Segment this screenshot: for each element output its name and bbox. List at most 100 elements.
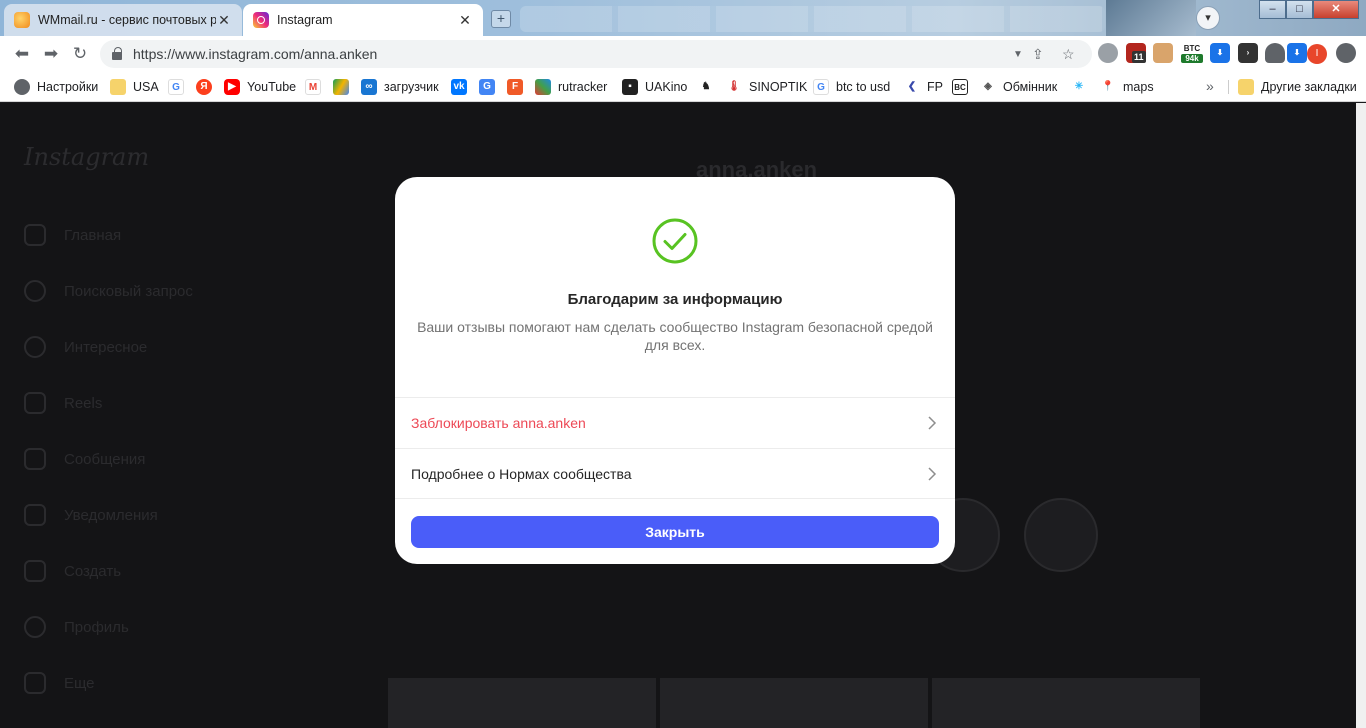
compass-icon <box>24 336 46 358</box>
page-scrollbar[interactable] <box>1356 103 1366 728</box>
close-window-button[interactable]: ✕ <box>1313 0 1359 19</box>
window-controls: – □ ✕ <box>1259 0 1366 20</box>
avatar <box>24 616 46 638</box>
reload-icon[interactable]: ↻ <box>70 44 90 64</box>
bookmark-translate[interactable]: G <box>479 78 502 96</box>
face-extension-icon[interactable] <box>1153 43 1173 63</box>
bookmark-star-icon[interactable]: ☆ <box>1062 46 1075 63</box>
puzzle-extensions-icon[interactable] <box>1265 43 1285 63</box>
bookmark-star[interactable]: ✳ <box>1071 78 1094 96</box>
rutracker-icon <box>535 79 551 95</box>
post-tile[interactable] <box>660 678 928 728</box>
globe-extension-icon[interactable] <box>1098 43 1118 63</box>
bookmark-yandex[interactable]: Я <box>196 78 219 96</box>
other-bookmarks-folder[interactable]: Другие закладки <box>1238 78 1357 96</box>
bookmark-settings[interactable]: Настройки <box>14 78 98 96</box>
sidebar-item-more[interactable]: Еще <box>24 671 95 695</box>
lock-icon[interactable] <box>112 47 122 60</box>
tab-wmmail[interactable]: WMmail.ru - сервис почтовых рас ✕ <box>4 4 242 36</box>
chevron-right-icon <box>928 466 937 481</box>
tab-instagram[interactable]: Instagram ✕ <box>243 4 483 36</box>
bookmark-fp[interactable]: ❮ FP <box>904 78 943 96</box>
sidebar-item-notifications[interactable]: Уведомления <box>24 503 158 527</box>
gmail-icon: M <box>305 79 321 95</box>
btc-price: 94k <box>1181 54 1203 63</box>
bookmark-f[interactable]: F <box>507 78 530 96</box>
bookmark-zagruzchik[interactable]: ∞ загрузчик <box>361 78 439 96</box>
ublock-extension-icon[interactable]: 11 <box>1126 43 1146 63</box>
menu-icon <box>24 672 46 694</box>
thermometer-icon: 🌡 <box>726 79 742 95</box>
dropdown-icon[interactable]: ▼ <box>1013 49 1023 60</box>
bookmark-google[interactable]: G <box>168 78 191 96</box>
back-arrow-icon[interactable]: ⬅ <box>12 44 32 64</box>
gear-icon <box>14 79 30 95</box>
youtube-icon: ▶ <box>224 79 240 95</box>
bookmarks-overflow-button[interactable]: » <box>1206 78 1214 94</box>
report-confirmation-dialog: Благодарим за информацию Ваши отзывы пом… <box>395 177 955 564</box>
bookmark-vk[interactable]: vk <box>451 78 474 96</box>
yandex-icon: Я <box>196 79 212 95</box>
browser-menu-icon[interactable] <box>1336 43 1356 63</box>
sidebar-item-create[interactable]: Создать <box>24 559 121 583</box>
sidebar-item-profile[interactable]: Профиль <box>24 615 129 639</box>
tab-strip: WMmail.ru - сервис почтовых рас ✕ Instag… <box>0 0 1366 36</box>
extension-badge: 11 <box>1132 51 1146 63</box>
sidebar-item-home[interactable]: Главная <box>24 223 121 247</box>
sidebar-item-search[interactable]: Поисковый запрос <box>24 279 193 303</box>
bc-icon: BC <box>952 79 968 95</box>
search-icon <box>24 280 46 302</box>
bookmark-gmail[interactable]: M <box>305 78 328 96</box>
close-button[interactable]: Закрыть <box>411 516 939 548</box>
url-text[interactable]: https://www.instagram.com/anna.anken <box>133 46 377 62</box>
community-guidelines-option[interactable]: Подробнее о Нормах сообщества <box>395 448 955 499</box>
tab-close-icon[interactable]: ✕ <box>457 12 473 29</box>
minimize-button[interactable]: – <box>1259 0 1286 19</box>
post-tile[interactable] <box>388 678 656 728</box>
plus-icon <box>24 560 46 582</box>
post-tile[interactable] <box>932 678 1200 728</box>
star-icon: ✳ <box>1071 79 1087 95</box>
folder-icon <box>110 79 126 95</box>
sidebar-item-messages[interactable]: Сообщения <box>24 447 145 471</box>
sidebar-item-reels[interactable]: Reels <box>24 391 102 415</box>
folder-icon <box>1238 79 1254 95</box>
bookmark-usa[interactable]: USA <box>110 78 159 96</box>
bookmark-rutracker[interactable]: rutracker <box>535 78 607 96</box>
bookmark-chess[interactable]: ♞ <box>698 78 721 96</box>
terminal-extension-icon[interactable]: › <box>1238 43 1258 63</box>
new-tab-button[interactable]: + <box>491 10 511 28</box>
f-icon: F <box>507 79 523 95</box>
btc-extension-icon[interactable]: BTC 94k <box>1181 43 1203 63</box>
bookmark-youtube[interactable]: ▶ YouTube <box>224 78 296 96</box>
forward-arrow-icon[interactable]: ➡ <box>41 44 61 64</box>
uakino-icon: ▪ <box>622 79 638 95</box>
sidebar-item-explore[interactable]: Интересное <box>24 335 147 359</box>
instagram-favicon-icon <box>253 12 269 28</box>
block-user-option[interactable]: Заблокировать anna.anken <box>395 397 955 448</box>
profile-avatar[interactable]: I <box>1307 44 1327 64</box>
bookmark-btc-to-usd[interactable]: G btc to usd <box>813 78 890 96</box>
bookmark-uakino[interactable]: ▪ UAKino <box>622 78 687 96</box>
downloads-icon[interactable]: ⬇ <box>1287 43 1307 63</box>
story-highlight[interactable] <box>1024 498 1098 572</box>
chevron-right-icon <box>928 416 937 430</box>
download-extension-icon[interactable]: ⬇ <box>1210 43 1230 63</box>
vk-icon: vk <box>451 79 467 95</box>
tab-search-button[interactable]: ▾ <box>1196 6 1220 30</box>
maximize-button[interactable]: □ <box>1286 0 1313 19</box>
bookmark-obminnik[interactable]: ◈ Обмінник <box>980 78 1057 96</box>
address-bar[interactable]: https://www.instagram.com/anna.anken ▼ ⇪… <box>100 40 1092 68</box>
bookmark-bc[interactable]: BC <box>952 78 975 96</box>
dialog-subtitle: Ваши отзывы помогают нам сделать сообщес… <box>417 319 933 353</box>
background-tabs <box>520 6 1105 32</box>
tab-close-icon[interactable]: ✕ <box>216 12 232 29</box>
check-circle-icon <box>652 218 698 264</box>
bookmark-drive[interactable] <box>333 78 356 96</box>
bookmark-maps[interactable]: 📍 maps <box>1100 78 1154 96</box>
browser-toolbar: ⬅ ➡ ↻ https://www.instagram.com/anna.ank… <box>0 36 1366 72</box>
share-icon[interactable]: ⇪ <box>1032 46 1044 63</box>
exchange-icon: ◈ <box>980 79 996 95</box>
bookmark-sinoptik[interactable]: 🌡 SINOPTIK <box>726 78 807 96</box>
google-icon: G <box>813 79 829 95</box>
